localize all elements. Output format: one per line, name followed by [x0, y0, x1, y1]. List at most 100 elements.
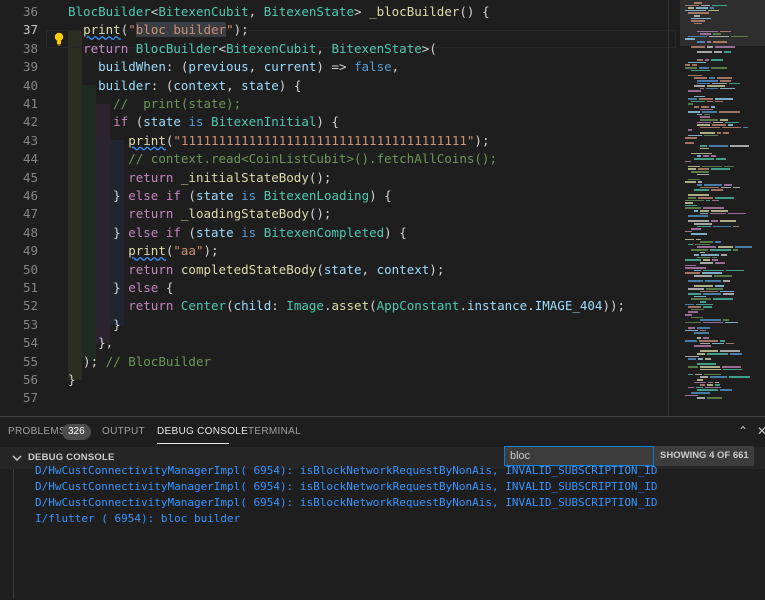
minimap-code-line: [700, 376, 708, 378]
code-token: }: [68, 280, 129, 295]
minimap-code-line: [733, 186, 740, 189]
tab-terminal[interactable]: TERMINAL: [248, 426, 301, 437]
minimap-code-line: [697, 397, 705, 399]
line-number: 36: [22, 4, 38, 19]
code-line[interactable]: if (state is BitexenInitial) {: [68, 113, 339, 131]
code-token: print: [128, 132, 166, 148]
tab-debug-console[interactable]: DEBUG CONSOLE: [157, 426, 248, 437]
minimap-code-line: [697, 246, 716, 248]
code-line[interactable]: builder: (context, state) {: [68, 77, 301, 95]
line-number: 39: [22, 59, 38, 75]
minimap-code-line: [713, 41, 727, 43]
code-token: state: [241, 77, 279, 93]
line-number: 51: [22, 280, 38, 295]
code-token: is: [188, 114, 204, 130]
chevron-down-icon[interactable]: [12, 453, 22, 463]
minimap-code-line: [688, 306, 701, 308]
code-line[interactable]: // print(state);: [68, 95, 241, 113]
minimap-code-line: [723, 293, 734, 295]
code-token: >(: [421, 40, 437, 56]
minimap-code-line: [698, 181, 702, 183]
code-line[interactable]: ); // BlocBuilder: [68, 353, 211, 371]
minimap-code-line: [688, 293, 701, 295]
code-line[interactable]: } else if (state is BitexenLoading) {: [68, 187, 392, 205]
lightbulb-icon[interactable]: [53, 32, 65, 46]
minimap-code-line: [694, 85, 705, 87]
minimap-code-line: [688, 61, 706, 64]
minimap-code-line: [697, 113, 702, 116]
minimap-code-line: [694, 295, 706, 298]
minimap-code-line: [700, 251, 705, 254]
minimap-code-line: [694, 15, 700, 17]
minimap-code-line: [697, 353, 705, 355]
console-line: D/HwCustConnectivityManagerImpl( 6954): …: [35, 480, 658, 493]
code-line[interactable]: return BlocBuilder<BitexenCubit, Bitexen…: [68, 40, 437, 58]
code-token: ,: [361, 261, 377, 277]
code-line[interactable]: print("111111111111111111111111111111111…: [68, 132, 489, 150]
code-token: ,: [391, 59, 400, 75]
minimap-code-line: [685, 230, 692, 233]
code-line[interactable]: print("bloc builder");: [68, 21, 249, 39]
minimap-code-line: [722, 366, 741, 368]
minimap-code-line: [704, 134, 718, 137]
code-line[interactable]: return Center(child: Image.asset(AppCons…: [68, 297, 625, 315]
minimap-code-line: [713, 225, 731, 228]
code-line[interactable]: } else if (state is BitexenCompleted) {: [68, 224, 407, 242]
code-token: }: [68, 188, 129, 203]
tab-output[interactable]: OUTPUT: [102, 426, 145, 437]
minimap-code-line: [711, 59, 723, 61]
code-token: return: [83, 40, 136, 56]
code-token: ": [128, 22, 136, 38]
minimap-code-line: [720, 87, 735, 90]
minimap-code-line: [688, 243, 693, 246]
minimap-code-line: [703, 207, 724, 209]
code-line[interactable]: return _initialStateBody();: [68, 169, 331, 187]
minimap-code-line: [697, 155, 701, 157]
code-line[interactable]: },: [68, 334, 113, 352]
chevron-up-icon[interactable]: ⌃: [738, 424, 748, 438]
code-editor[interactable]: 36 37 38 39 40 41 42 43 44 45 46 47 48 49 50 51 52 53 54 55…: [0, 0, 765, 416]
minimap-code-line: [697, 184, 702, 186]
minimap-code-line: [685, 272, 700, 274]
code-line[interactable]: BlocBuilder<BitexenCubit, BitexenState> …: [68, 3, 490, 21]
minimap-code-line: [711, 210, 728, 212]
minimap-code-line: [706, 199, 710, 202]
minimap-code-line: [688, 220, 709, 222]
code-line[interactable]: buildWhen: (previous, current) => false,: [68, 58, 399, 76]
minimap-code-line: [715, 384, 720, 386]
minimap-code-line: [709, 77, 715, 79]
code-token: return: [128, 206, 174, 222]
minimap-code-line: [704, 113, 710, 116]
code-token: ));: [602, 298, 626, 314]
close-icon[interactable]: ✕: [757, 424, 765, 438]
minimap-code-line: [712, 256, 717, 259]
code-line[interactable]: print("aa");: [68, 242, 218, 260]
minimap-code-line: [697, 173, 709, 176]
minimap-code-line: [724, 165, 734, 168]
minimap-code-line: [691, 152, 712, 155]
minimap-code-line: [697, 124, 710, 126]
minimap[interactable]: [680, 0, 765, 416]
minimap-code-line: [691, 249, 708, 251]
tab-problems[interactable]: PROBLEMS: [8, 426, 66, 437]
code-line[interactable]: return _loadingStateBody();: [68, 205, 331, 223]
line-number: 55: [22, 353, 38, 369]
minimap-code-line: [685, 355, 699, 358]
code-line[interactable]: }: [68, 316, 121, 334]
code-token: builder: [98, 77, 151, 93]
minimap-code-line: [700, 147, 709, 150]
code-line[interactable]: } else {: [68, 279, 173, 297]
minimap-code-line: [694, 381, 706, 384]
minimap-code-line: [707, 384, 713, 386]
line-number: 45: [22, 169, 38, 185]
code-token: }: [68, 224, 129, 240]
minimap-code-line: [688, 327, 695, 329]
code-line[interactable]: // context.read<CoinListCubit>().fetchAl…: [68, 150, 497, 168]
minimap-code-line: [688, 7, 694, 9]
code-line[interactable]: return completedStateBody(state, context…: [68, 261, 444, 279]
code-lines[interactable]: BlocBuilder<BitexenCubit, BitexenState> …: [68, 0, 765, 416]
code-line[interactable]: }: [68, 371, 76, 389]
